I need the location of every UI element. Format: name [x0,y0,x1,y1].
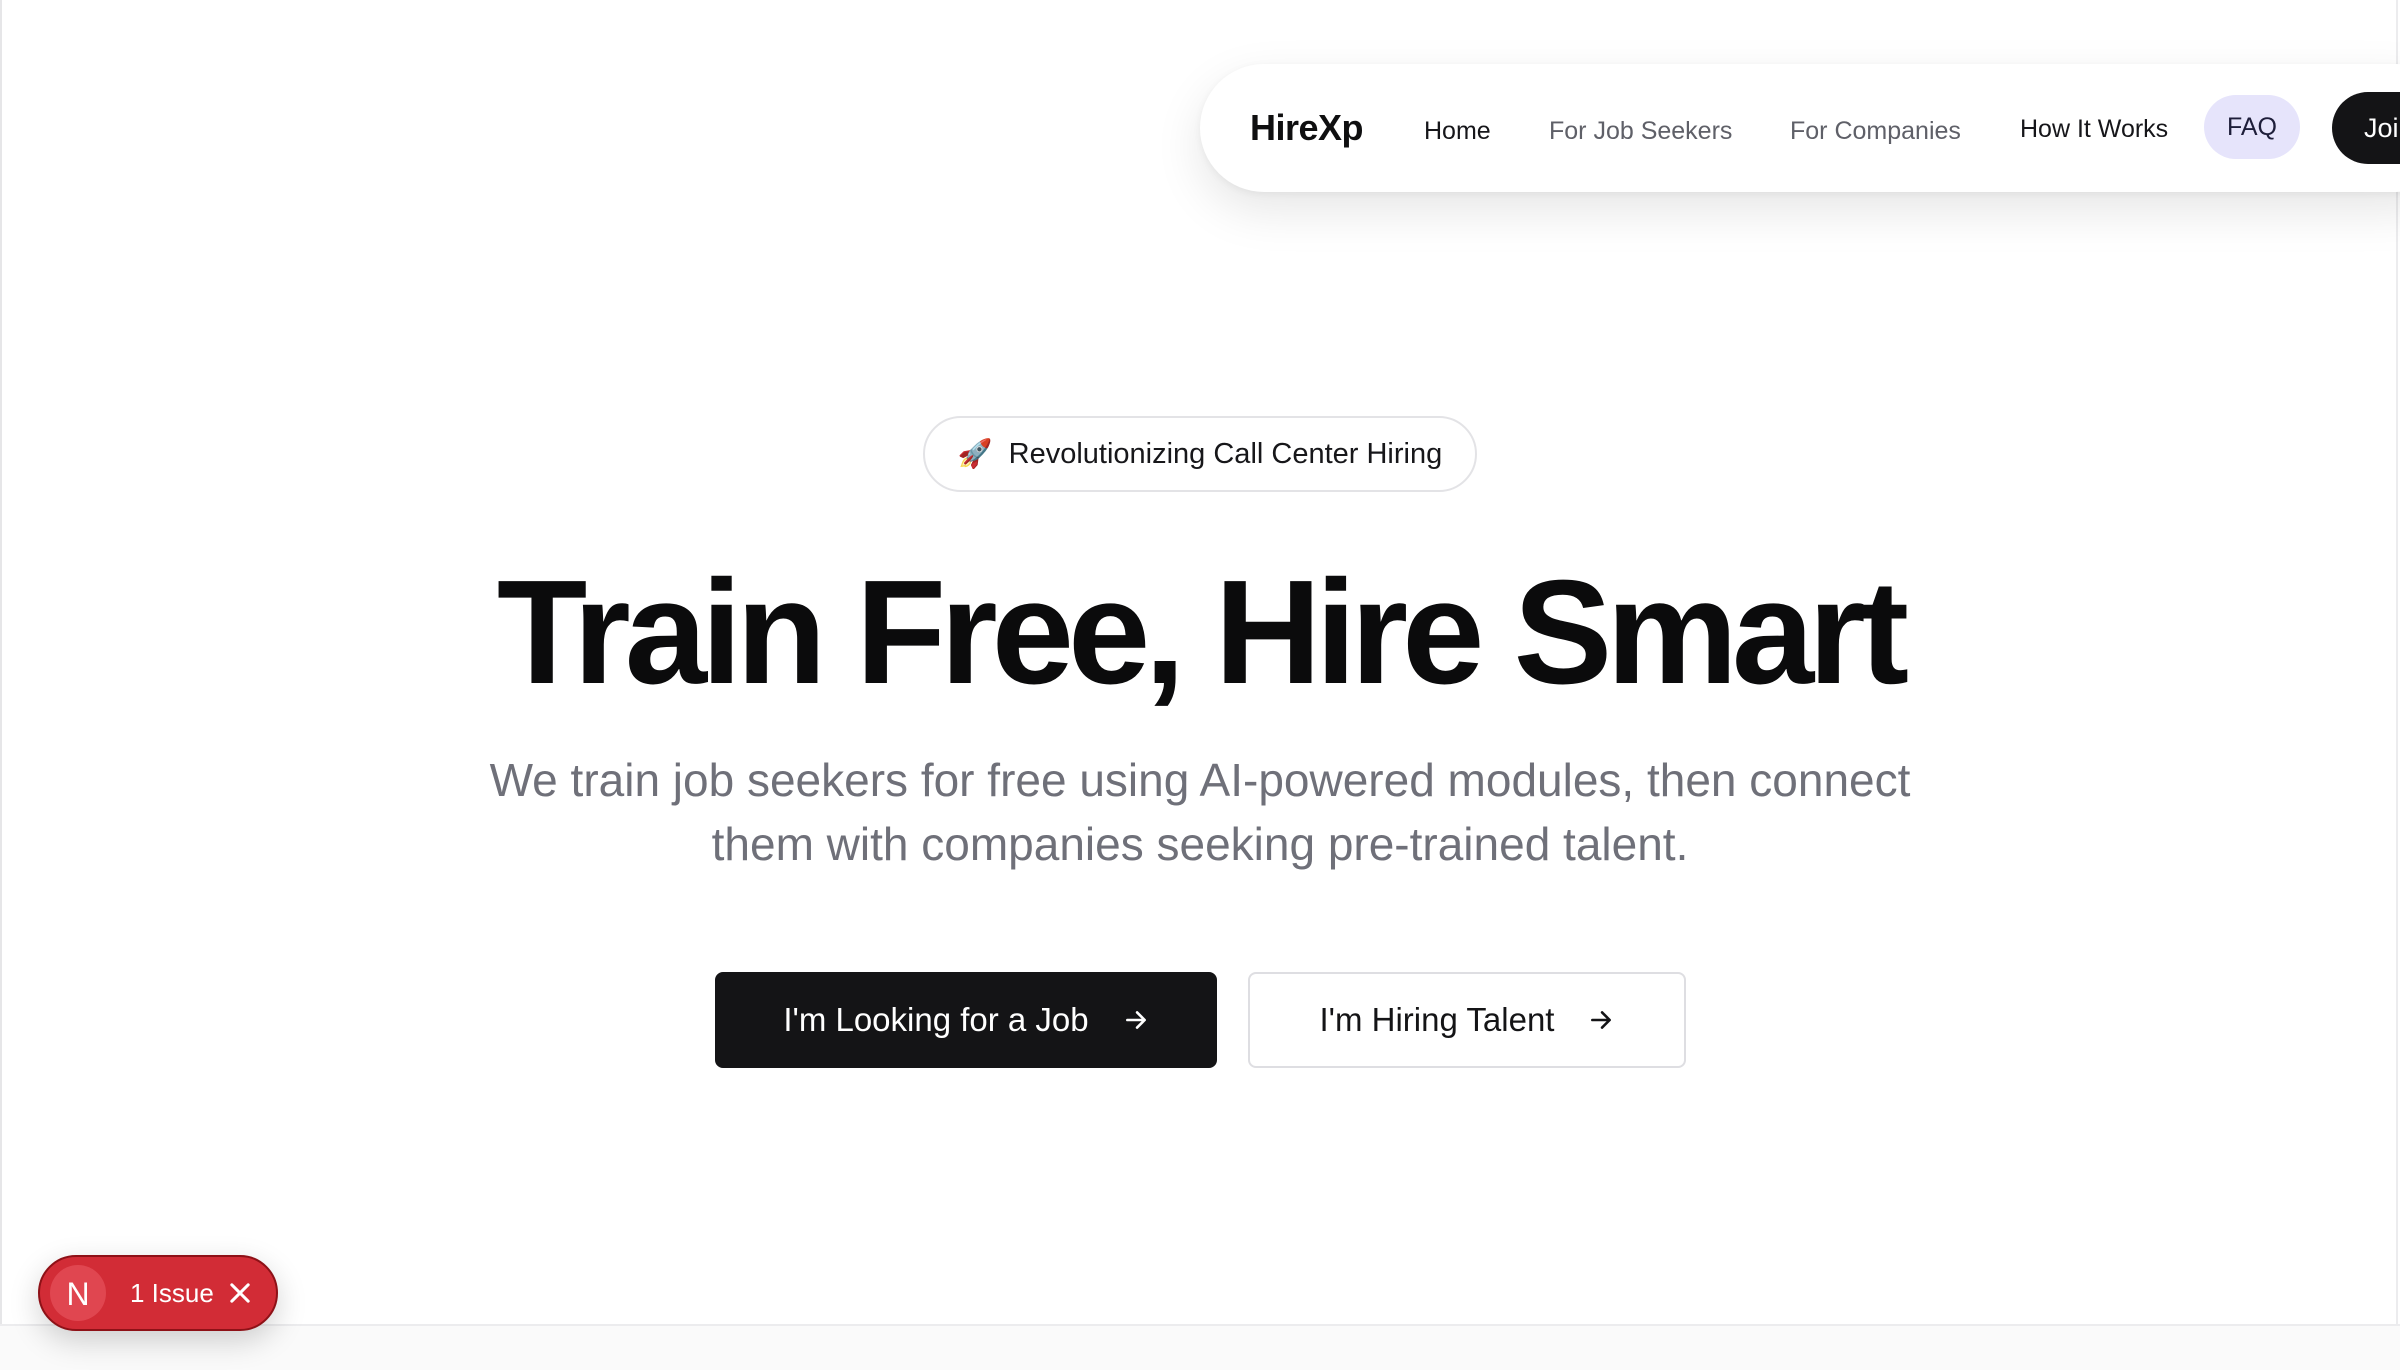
looking-for-job-label: I'm Looking for a Job [783,1001,1089,1038]
join-button[interactable]: Join [2332,92,2400,164]
hero-subtitle: We train job seekers for free using AI-p… [420,748,1980,876]
arrow-right-icon [1125,1011,1146,1029]
hiring-talent-button[interactable]: I'm Hiring Talent [1248,972,1686,1068]
hiring-talent-label: I'm Hiring Talent [1319,1001,1555,1038]
nav-link-job-seekers[interactable]: For Job Seekers [1549,64,1732,192]
hero-badge-text: Revolutionizing Call Center Hiring [1008,437,1443,470]
rocket-icon: 🚀 [957,438,993,469]
nav-link-how-it-works[interactable]: How It Works [2020,64,2168,192]
hero-title: Train Free, Hire Smart [496,550,1909,715]
nextjs-logo-icon: N [50,1265,106,1321]
hero-badge: 🚀 Revolutionizing Call Center Hiring [923,416,1477,492]
looking-for-job-button[interactable]: I'm Looking for a Job [715,972,1217,1068]
nav-link-faq[interactable]: FAQ [2204,95,2300,159]
next-section-edge [0,1324,2400,1370]
navbar: HireXp Home For Job Seekers For Companie… [1200,64,2400,192]
close-icon[interactable] [226,1279,254,1307]
nav-link-home[interactable]: Home [1424,64,1491,192]
arrow-right-icon [1591,1011,1612,1029]
brand-logo[interactable]: HireXp [1250,64,1364,192]
hero-subtitle-line-2: them with companies seeking pre-trained … [711,818,1689,870]
nav-link-companies[interactable]: For Companies [1790,64,1961,192]
hero-subtitle-line-1: We train job seekers for free using AI-p… [489,754,1911,806]
issues-count-label[interactable]: 1 Issue [130,1257,214,1329]
issues-toast[interactable]: N 1 Issue [38,1255,278,1331]
